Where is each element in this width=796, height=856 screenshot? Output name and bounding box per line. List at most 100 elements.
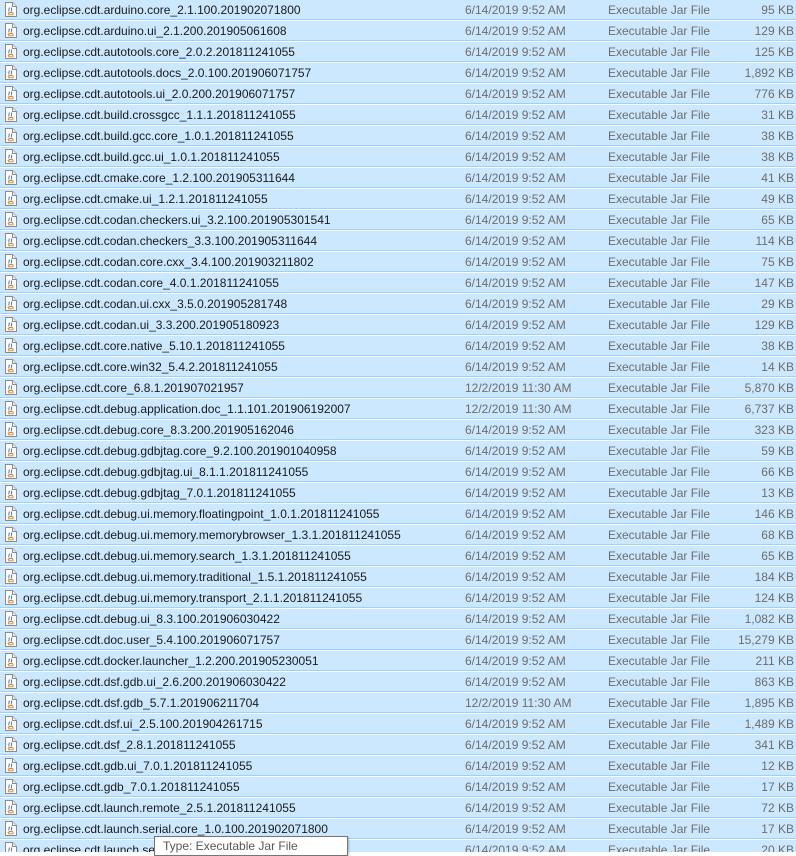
file-row[interactable]: org.eclipse.cdt.debug.gdbjtag.core_9.2.1…: [0, 441, 796, 461]
jar-file-icon: [5, 317, 17, 332]
file-row[interactable]: org.eclipse.cdt.build.gcc.core_1.0.1.201…: [0, 126, 796, 146]
file-date-modified: 6/14/2019 9:52 AM: [465, 570, 566, 584]
file-row[interactable]: org.eclipse.cdt.codan.ui.cxx_3.5.0.20190…: [0, 294, 796, 314]
file-row[interactable]: org.eclipse.cdt.autotools.docs_2.0.100.2…: [0, 63, 796, 83]
jar-file-icon: [5, 296, 17, 311]
file-row[interactable]: org.eclipse.cdt.codan.core_4.0.1.2018112…: [0, 273, 796, 293]
file-row[interactable]: org.eclipse.cdt.debug.gdbjtag_7.0.1.2018…: [0, 483, 796, 503]
file-date-modified: 6/14/2019 9:52 AM: [465, 108, 566, 122]
file-size: 341 KB: [754, 738, 794, 752]
file-row[interactable]: org.eclipse.cdt.dsf.gdb_5.7.1.2019062117…: [0, 693, 796, 713]
file-name: org.eclipse.cdt.codan.core_4.0.1.2018112…: [23, 276, 279, 290]
file-date-modified: 6/14/2019 9:52 AM: [465, 591, 566, 605]
jar-file-icon: [5, 632, 17, 647]
file-date-modified: 6/14/2019 9:52 AM: [465, 339, 566, 353]
file-row[interactable]: org.eclipse.cdt.dsf.ui_2.5.100.201904261…: [0, 714, 796, 734]
file-row[interactable]: org.eclipse.cdt.launch.serial.core_1.0.1…: [0, 819, 796, 839]
jar-file-icon: [5, 779, 17, 794]
file-row[interactable]: org.eclipse.cdt.debug.ui.memory.transpor…: [0, 588, 796, 608]
file-size: 114 KB: [755, 234, 794, 248]
jar-file-icon: [5, 359, 17, 374]
file-size: 17 KB: [761, 780, 794, 794]
file-date-modified: 6/14/2019 9:52 AM: [465, 423, 566, 437]
file-name: org.eclipse.cdt.build.crossgcc_1.1.1.201…: [23, 108, 296, 122]
file-row[interactable]: org.eclipse.cdt.codan.core.cxx_3.4.100.2…: [0, 252, 796, 272]
file-row[interactable]: org.eclipse.cdt.dsf.gdb.ui_2.6.200.20190…: [0, 672, 796, 692]
file-row[interactable]: org.eclipse.cdt.core_6.8.1.201907021957 …: [0, 378, 796, 398]
file-name: org.eclipse.cdt.debug.ui.memory.memorybr…: [23, 528, 401, 542]
file-row[interactable]: org.eclipse.cdt.debug.ui.memory.floating…: [0, 504, 796, 524]
file-date-modified: 6/14/2019 9:52 AM: [465, 171, 566, 185]
file-row[interactable]: org.eclipse.cdt.gdb.ui_7.0.1.20181124105…: [0, 756, 796, 776]
file-row[interactable]: org.eclipse.cdt.codan.checkers_3.3.100.2…: [0, 231, 796, 251]
file-row[interactable]: org.eclipse.cdt.dsf_2.8.1.201811241055 6…: [0, 735, 796, 755]
file-date-modified: 6/14/2019 9:52 AM: [465, 486, 566, 500]
file-name: org.eclipse.cdt.core_6.8.1.201907021957: [23, 381, 244, 395]
file-row[interactable]: org.eclipse.cdt.cmake.core_1.2.100.20190…: [0, 168, 796, 188]
file-row[interactable]: org.eclipse.cdt.launch.remote_2.5.1.2018…: [0, 798, 796, 818]
jar-file-icon: [5, 401, 17, 416]
file-row[interactable]: org.eclipse.cdt.build.gcc.ui_1.0.1.20181…: [0, 147, 796, 167]
file-row[interactable]: org.eclipse.cdt.autotools.core_2.0.2.201…: [0, 42, 796, 62]
file-name: org.eclipse.cdt.core.win32_5.4.2.2018112…: [23, 360, 278, 374]
file-row[interactable]: org.eclipse.cdt.debug.ui.memory.traditio…: [0, 567, 796, 587]
file-name: org.eclipse.cdt.autotools.ui_2.0.200.201…: [23, 87, 296, 101]
file-date-modified: 6/14/2019 9:52 AM: [465, 528, 566, 542]
jar-file-icon: [5, 716, 17, 731]
file-date-modified: 6/14/2019 9:52 AM: [465, 675, 566, 689]
file-date-modified: 6/14/2019 9:52 AM: [465, 843, 566, 852]
file-size: 184 KB: [754, 570, 794, 584]
file-date-modified: 12/2/2019 11:30 AM: [465, 381, 572, 395]
file-row[interactable]: org.eclipse.cdt.debug.application.doc_1.…: [0, 399, 796, 419]
file-row[interactable]: org.eclipse.cdt.gdb_7.0.1.201811241055 6…: [0, 777, 796, 797]
jar-file-icon: [5, 842, 17, 852]
jar-file-icon: [5, 233, 17, 248]
file-size: 38 KB: [761, 339, 794, 353]
file-size: 323 KB: [754, 423, 794, 437]
jar-file-icon: [5, 254, 17, 269]
file-size: 124 KB: [754, 591, 794, 605]
file-row[interactable]: org.eclipse.cdt.docker.launcher_1.2.200.…: [0, 651, 796, 671]
file-row[interactable]: org.eclipse.cdt.codan.ui_3.3.200.2019051…: [0, 315, 796, 335]
file-size: 1,082 KB: [744, 612, 794, 626]
file-row[interactable]: org.eclipse.cdt.core.win32_5.4.2.2018112…: [0, 357, 796, 377]
file-row[interactable]: org.eclipse.cdt.debug.ui.memory.search_1…: [0, 546, 796, 566]
file-date-modified: 6/14/2019 9:52 AM: [465, 654, 566, 668]
file-row[interactable]: org.eclipse.cdt.launch.serial.ui_1.0.100…: [0, 840, 796, 852]
file-name: org.eclipse.cdt.cmake.ui_1.2.1.201811241…: [23, 192, 268, 206]
file-name: org.eclipse.cdt.debug.core_8.3.200.20190…: [23, 423, 294, 437]
jar-file-icon: [5, 65, 17, 80]
jar-file-icon: [5, 2, 17, 17]
file-row[interactable]: org.eclipse.cdt.debug.ui.memory.memorybr…: [0, 525, 796, 545]
jar-file-icon: [5, 737, 17, 752]
file-date-modified: 6/14/2019 9:52 AM: [465, 234, 566, 248]
jar-file-icon: [5, 590, 17, 605]
file-size: 41 KB: [761, 171, 794, 185]
file-row[interactable]: org.eclipse.cdt.arduino.ui_2.1.200.20190…: [0, 21, 796, 41]
file-row[interactable]: org.eclipse.cdt.debug.ui_8.3.100.2019060…: [0, 609, 796, 629]
file-row[interactable]: org.eclipse.cdt.autotools.ui_2.0.200.201…: [0, 84, 796, 104]
jar-file-icon: [5, 527, 17, 542]
file-size: 5,870 KB: [744, 381, 794, 395]
file-date-modified: 6/14/2019 9:52 AM: [465, 465, 566, 479]
file-row[interactable]: org.eclipse.cdt.codan.checkers.ui_3.2.10…: [0, 210, 796, 230]
jar-file-icon: [5, 443, 17, 458]
file-row[interactable]: org.eclipse.cdt.doc.user_5.4.100.2019060…: [0, 630, 796, 650]
file-row[interactable]: org.eclipse.cdt.debug.gdbjtag.ui_8.1.1.2…: [0, 462, 796, 482]
jar-file-icon: [5, 149, 17, 164]
file-row[interactable]: org.eclipse.cdt.cmake.ui_1.2.1.201811241…: [0, 189, 796, 209]
file-date-modified: 6/14/2019 9:52 AM: [465, 822, 566, 836]
file-row[interactable]: org.eclipse.cdt.debug.core_8.3.200.20190…: [0, 420, 796, 440]
file-date-modified: 6/14/2019 9:52 AM: [465, 633, 566, 647]
file-date-modified: 6/14/2019 9:52 AM: [465, 780, 566, 794]
file-row[interactable]: org.eclipse.cdt.build.crossgcc_1.1.1.201…: [0, 105, 796, 125]
jar-file-icon: [5, 422, 17, 437]
jar-file-icon: [5, 380, 17, 395]
file-date-modified: 6/14/2019 9:52 AM: [465, 255, 566, 269]
file-type-tooltip: Type: Executable Jar File: [154, 836, 348, 856]
file-name: org.eclipse.cdt.core.native_5.10.1.20181…: [23, 339, 285, 353]
file-row[interactable]: org.eclipse.cdt.core.native_5.10.1.20181…: [0, 336, 796, 356]
file-row[interactable]: org.eclipse.cdt.arduino.core_2.1.100.201…: [0, 0, 796, 20]
file-date-modified: 6/14/2019 9:52 AM: [465, 192, 566, 206]
jar-file-icon: [5, 23, 17, 38]
